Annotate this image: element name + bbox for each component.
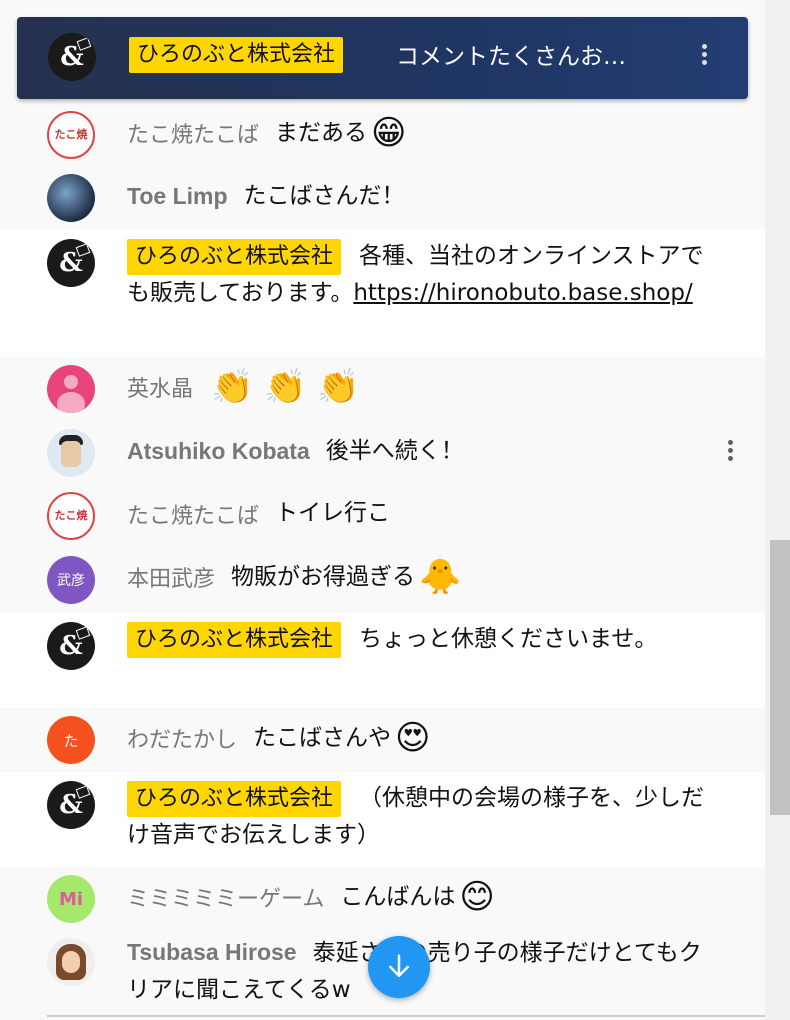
message-menu-icon[interactable] xyxy=(726,437,734,464)
author-name[interactable]: Tsubasa Hirose xyxy=(127,939,297,965)
message-text: 後半へ続く！ xyxy=(325,438,464,464)
grin-emoji: 😁 xyxy=(371,113,407,153)
author-avatar[interactable]: たこ焼 xyxy=(47,111,95,159)
chat-message[interactable]: 英水晶 👏 👏 👏 xyxy=(0,357,765,421)
pinned-message-banner[interactable]: & ひろのぶと株式会社 コメントたくさんお… xyxy=(17,17,748,99)
author-name[interactable]: たこ焼たこば xyxy=(127,498,259,530)
message-text: トイレ行こ xyxy=(275,500,391,526)
message-text: まだある xyxy=(275,119,368,146)
heart-eyes-emoji: 😍 xyxy=(395,718,431,758)
scrollbar-thumb[interactable] xyxy=(770,540,790,815)
chick-emoji: 🐥 xyxy=(419,557,462,597)
chat-message[interactable]: Atsuhiko Kobata 後半へ続く！ xyxy=(0,421,765,485)
avatar-text: たこ焼 xyxy=(54,509,88,522)
chat-message[interactable]: & ひろのぶと株式会社 ちょっと休憩くださいませ。 xyxy=(0,613,765,708)
author-avatar[interactable] xyxy=(47,365,95,413)
message-text: 物販がお得過ぎる xyxy=(231,563,416,590)
avatar-text: たこ焼 xyxy=(54,128,88,141)
avatar-text: Mi xyxy=(58,888,84,910)
author-name[interactable]: Toe Limp xyxy=(127,183,228,210)
message-text: ちょっと休憩くださいませ。 xyxy=(359,626,658,652)
divider xyxy=(47,1015,765,1017)
author-avatar[interactable]: Mi xyxy=(47,875,95,923)
smile-emoji: 😊 xyxy=(459,877,495,917)
arrow-down-icon xyxy=(389,954,409,977)
author-avatar[interactable]: 武彦 xyxy=(47,556,95,604)
avatar-text: 武彦 xyxy=(57,573,85,589)
author-avatar[interactable]: たこ焼 xyxy=(47,492,95,540)
chat-message[interactable]: & ひろのぶと株式会社 （休憩中の会場の様子を、少しだけ音声でお伝えします） xyxy=(0,772,765,867)
pinned-message-text: コメントたくさんお… xyxy=(396,44,626,70)
author-avatar[interactable] xyxy=(47,938,95,986)
message-link[interactable]: https://hironobuto.base.shop/ xyxy=(353,280,692,306)
message-text: たこばさんだ！ xyxy=(243,183,405,209)
scroll-to-bottom-button[interactable] xyxy=(368,936,430,998)
author-avatar[interactable] xyxy=(47,429,95,477)
author-name[interactable]: 本田武彦 xyxy=(127,561,215,593)
chat-message[interactable]: たこ焼 たこ焼たこば まだある 😁 xyxy=(0,103,765,165)
author-name[interactable]: 英水晶 xyxy=(127,371,193,403)
chat-message[interactable]: Toe Limp たこばさんだ！ xyxy=(0,165,765,230)
chat-message[interactable]: た わだたかし たこばさんや 😍 xyxy=(0,708,765,772)
chat-message[interactable]: Mi ミミミミミーゲーム こんばんは 😊 xyxy=(0,867,765,929)
author-avatar[interactable]: た xyxy=(47,716,95,764)
chat-message[interactable]: 武彦 本田武彦 物販がお得過ぎる 🐥 xyxy=(0,547,765,613)
author-name[interactable]: わだたかし xyxy=(127,722,237,754)
owner-badge-name[interactable]: ひろのぶと株式会社 xyxy=(129,37,344,73)
author-avatar[interactable]: & xyxy=(47,781,95,829)
message-text: こんばんは xyxy=(340,883,456,910)
author-name[interactable]: Atsuhiko Kobata xyxy=(127,438,310,465)
author-name[interactable]: たこ焼たこば xyxy=(127,117,259,149)
clap-emoji: 👏 👏 👏 xyxy=(211,367,360,407)
author-avatar[interactable]: & xyxy=(48,33,96,81)
message-text: たこばさんや xyxy=(253,724,392,751)
author-avatar[interactable] xyxy=(47,174,95,222)
chat-message[interactable]: たこ焼 たこ焼たこば トイレ行こ xyxy=(0,485,765,547)
more-vert-icon[interactable] xyxy=(702,41,707,68)
chat-message[interactable]: & ひろのぶと株式会社 各種、当社のオンラインストアでも販売しております。http… xyxy=(0,230,765,357)
owner-badge-name[interactable]: ひろのぶと株式会社 xyxy=(127,239,342,275)
chat-list[interactable]: たこ焼 たこ焼たこば まだある 😁 Toe Limp たこばさんだ！ & ひろの… xyxy=(0,0,765,1020)
avatar-text: た xyxy=(63,731,79,750)
author-avatar[interactable]: & xyxy=(47,239,95,287)
author-name[interactable]: ミミミミミーゲーム xyxy=(127,881,324,913)
owner-badge-name[interactable]: ひろのぶと株式会社 xyxy=(127,622,342,658)
scrollbar-track[interactable] xyxy=(765,0,790,1020)
author-avatar[interactable]: & xyxy=(47,622,95,670)
owner-badge-name[interactable]: ひろのぶと株式会社 xyxy=(127,781,342,817)
